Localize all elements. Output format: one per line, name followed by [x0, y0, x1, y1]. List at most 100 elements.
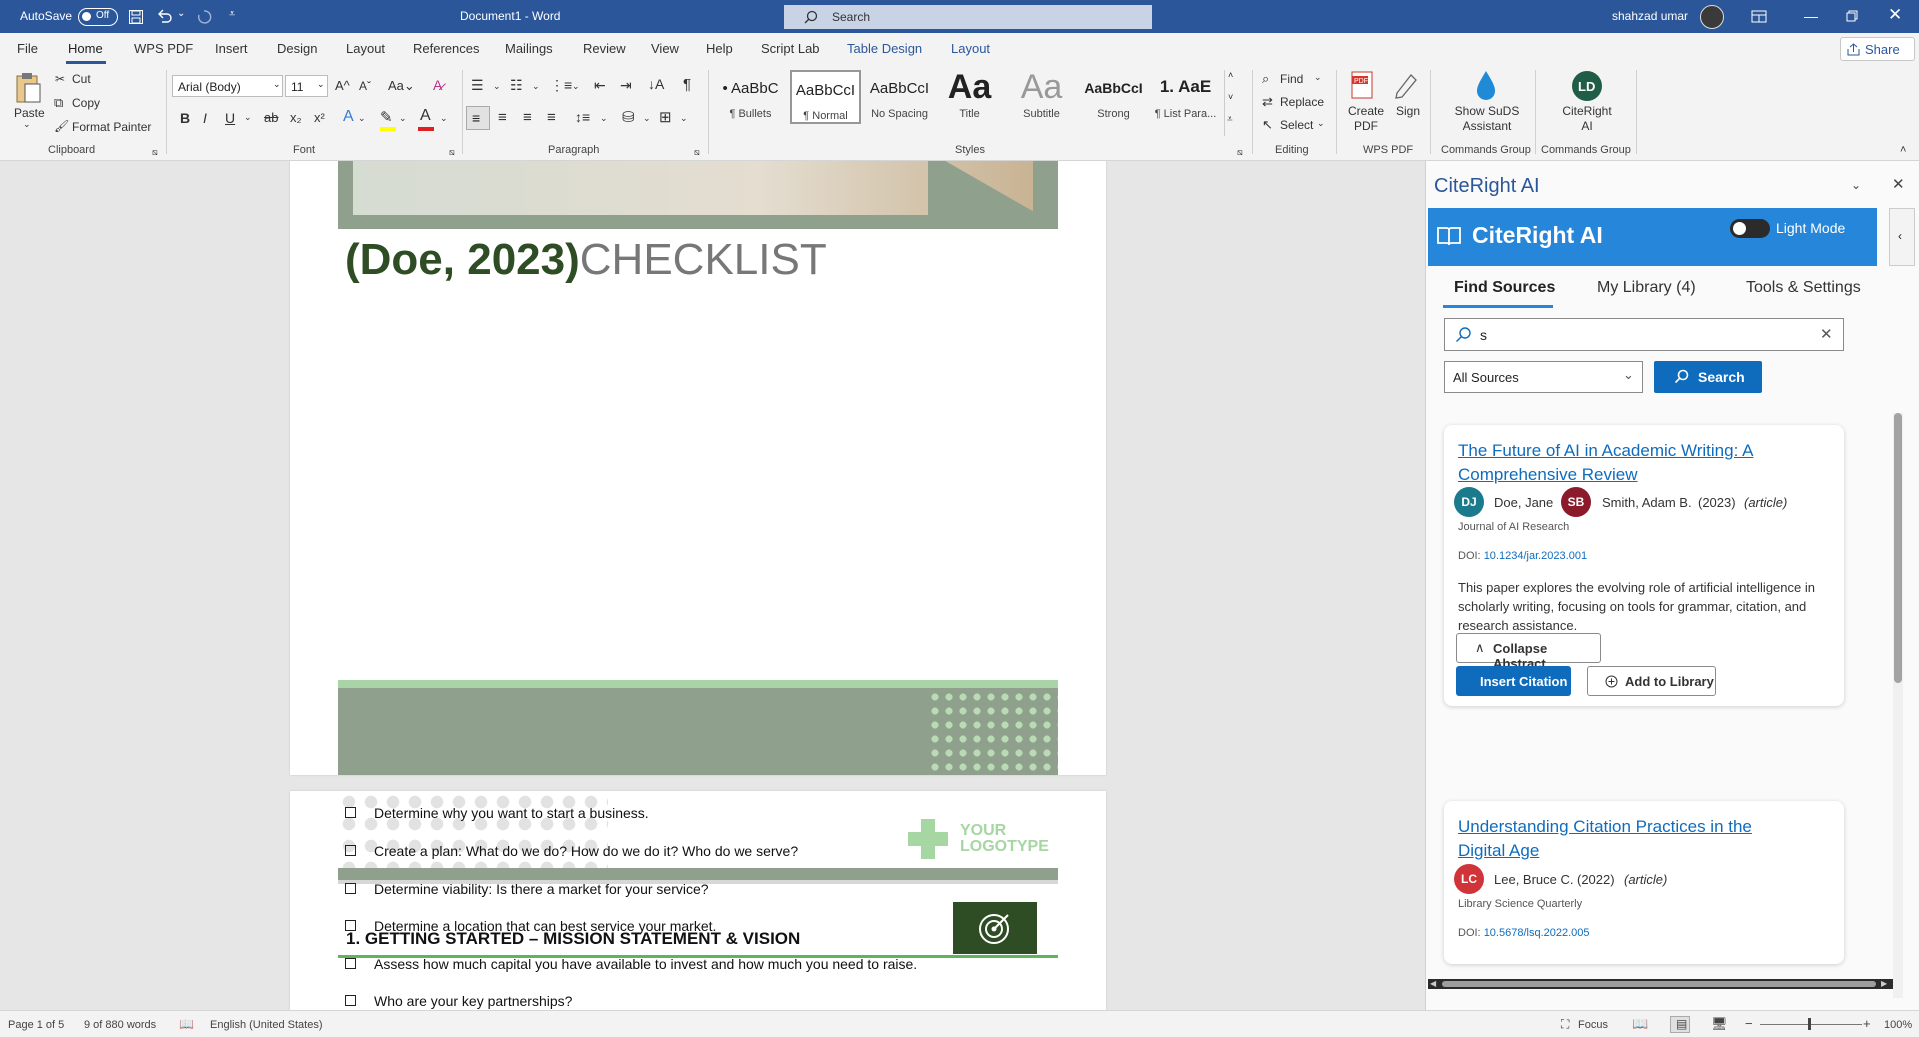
- page-2[interactable]: YOUR LOGOTYPE 1. GETTING STARTED – MISSIO…: [290, 791, 1106, 1010]
- clear-search-icon[interactable]: ✕: [1820, 325, 1833, 343]
- autosave-toggle[interactable]: Off: [78, 8, 118, 26]
- text-effects-dropdown-icon[interactable]: ⌄: [358, 113, 366, 124]
- tab-find-sources[interactable]: Find Sources: [1454, 279, 1555, 297]
- result-title[interactable]: Understanding Citation Practices in the …: [1458, 815, 1798, 863]
- search-input[interactable]: s ✕: [1444, 318, 1844, 351]
- change-case-icon[interactable]: Aa⌄: [388, 78, 415, 94]
- borders-dropdown-icon[interactable]: ⌄: [680, 113, 688, 124]
- shading-dropdown-icon[interactable]: ⌄: [643, 113, 651, 124]
- align-right-icon[interactable]: ≡: [523, 109, 532, 126]
- zoom-level[interactable]: 100%: [1884, 1019, 1912, 1031]
- doi-link[interactable]: 10.5678/lsq.2022.005: [1484, 927, 1590, 939]
- focus-icon[interactable]: ⛶: [1561, 1017, 1569, 1032]
- paragraph-launcher-icon[interactable]: ⧅: [694, 147, 700, 158]
- result-title[interactable]: The Future of AI in Academic Writing: A …: [1458, 439, 1798, 487]
- insert-citation-button[interactable]: Insert Citation: [1456, 666, 1571, 696]
- bullets-icon[interactable]: ☰: [471, 77, 484, 94]
- find-button[interactable]: Find: [1280, 72, 1303, 86]
- vertical-scrollbar[interactable]: [1893, 413, 1903, 998]
- find-dropdown-icon[interactable]: ⌄: [1314, 72, 1322, 83]
- tab-insert[interactable]: Insert: [215, 41, 248, 56]
- zoom-in-icon[interactable]: +: [1863, 1016, 1871, 1031]
- undo-icon[interactable]: [156, 8, 174, 24]
- search-button[interactable]: Search: [1654, 361, 1762, 393]
- font-launcher-icon[interactable]: ⧅: [449, 147, 455, 158]
- tab-view[interactable]: View: [651, 41, 679, 56]
- page-1[interactable]: (Doe, 2023)CHECKLIST: [290, 161, 1106, 775]
- shrink-font-icon[interactable]: Aˇ: [359, 79, 371, 93]
- bold-icon[interactable]: B: [180, 110, 190, 126]
- tab-help[interactable]: Help: [706, 41, 733, 56]
- user-name[interactable]: shahzad umar: [1612, 9, 1688, 23]
- increase-indent-icon[interactable]: ⇥: [620, 77, 632, 94]
- tab-references[interactable]: References: [413, 41, 479, 56]
- font-color-icon[interactable]: A: [420, 107, 431, 125]
- proofing-icon[interactable]: 📖: [179, 1017, 194, 1031]
- find-icon[interactable]: ⌕: [1262, 71, 1269, 87]
- paste-dropdown-icon[interactable]: ⌄: [23, 119, 31, 130]
- language[interactable]: English (United States): [210, 1019, 323, 1031]
- doi-link[interactable]: 10.1234/jar.2023.001: [1484, 550, 1587, 562]
- align-left-button[interactable]: ≡: [466, 106, 490, 130]
- sources-dropdown[interactable]: All Sources ⌄: [1444, 361, 1643, 393]
- scrollbar-thumb[interactable]: [1442, 981, 1876, 987]
- styles-launcher-icon[interactable]: ⧅: [1237, 147, 1243, 158]
- paste-button[interactable]: Paste: [14, 106, 45, 120]
- pane-close-icon[interactable]: ✕: [1892, 175, 1905, 193]
- scrollbar-thumb[interactable]: [1894, 413, 1902, 683]
- tab-script-lab[interactable]: Script Lab: [761, 41, 820, 56]
- tab-home[interactable]: Home: [68, 41, 103, 56]
- format-painter-button[interactable]: Format Painter: [72, 120, 151, 134]
- styles-scroll[interactable]: ˄ ˅ ⩡: [1224, 70, 1238, 136]
- tab-tools-settings[interactable]: Tools & Settings: [1746, 279, 1861, 297]
- avatar[interactable]: [1700, 5, 1724, 29]
- tab-layout[interactable]: Layout: [346, 41, 385, 56]
- text-effects-icon[interactable]: A: [343, 108, 354, 126]
- highlight-dropdown-icon[interactable]: ⌄: [399, 113, 407, 124]
- word-count[interactable]: 9 of 880 words: [84, 1019, 156, 1031]
- multilevel-list-icon[interactable]: ⋮≡: [550, 77, 572, 94]
- tab-review[interactable]: Review: [583, 41, 626, 56]
- sort-icon[interactable]: ↓A: [648, 76, 664, 92]
- clipboard-launcher-icon[interactable]: ⧅: [152, 147, 158, 158]
- strikethrough-icon[interactable]: ab: [264, 110, 278, 125]
- sign-button[interactable]: Sign: [1396, 104, 1420, 118]
- bullets-dropdown-icon[interactable]: ⌄: [493, 81, 501, 92]
- highlight-icon[interactable]: ✎: [380, 108, 393, 126]
- multilevel-dropdown-icon[interactable]: ⌄: [572, 81, 580, 92]
- replace-icon[interactable]: ⇄: [1262, 94, 1273, 110]
- close-icon[interactable]: ✕: [1888, 5, 1902, 25]
- subscript-icon[interactable]: x₂: [290, 110, 302, 125]
- inserted-citation[interactable]: (Doe, 2023): [345, 235, 580, 284]
- share-button[interactable]: Share: [1840, 37, 1915, 61]
- read-mode-icon[interactable]: 📖: [1632, 1016, 1648, 1032]
- style-title[interactable]: Aa Title: [934, 68, 1005, 124]
- create-pdf-button[interactable]: Create PDF: [1347, 104, 1385, 134]
- droplet-icon[interactable]: [1474, 69, 1498, 101]
- format-painter-icon[interactable]: 🖌: [54, 119, 69, 133]
- undo-dropdown-icon[interactable]: ⌄: [177, 8, 185, 19]
- show-suds-button[interactable]: Show SuDS Assistant: [1448, 104, 1526, 134]
- replace-button[interactable]: Replace: [1280, 95, 1324, 109]
- grow-font-icon[interactable]: A^: [335, 78, 350, 93]
- ribbon-display-icon[interactable]: [1751, 10, 1767, 23]
- font-name-select[interactable]: Arial (Body) ⌄: [172, 75, 283, 97]
- style-no-spacing[interactable]: AaBbCcI No Spacing: [864, 70, 935, 124]
- tab-design[interactable]: Design: [277, 41, 317, 56]
- italic-icon[interactable]: I: [203, 110, 207, 126]
- document-area[interactable]: (Doe, 2023)CHECKLIST YOUR LOGOTYPE 1. GET…: [0, 161, 1425, 1010]
- decrease-indent-icon[interactable]: ⇤: [594, 77, 606, 94]
- customize-qat-icon[interactable]: ⩡: [229, 8, 235, 21]
- title-search-box[interactable]: Search: [784, 5, 1152, 29]
- font-color-dropdown-icon[interactable]: ⌄: [440, 113, 448, 124]
- citeright-logo-icon[interactable]: LD: [1571, 70, 1603, 102]
- style-subtitle[interactable]: Aa Subtitle: [1006, 68, 1077, 124]
- tab-table-layout[interactable]: Layout: [951, 41, 990, 56]
- add-to-library-button[interactable]: Add to Library: [1587, 666, 1716, 696]
- font-size-select[interactable]: 11 ⌄: [285, 75, 328, 97]
- paste-icon[interactable]: [14, 72, 42, 104]
- style-strong[interactable]: AaBbCcI Strong: [1078, 70, 1149, 124]
- citeright-button[interactable]: CiteRight AI: [1556, 104, 1618, 134]
- tab-file[interactable]: File: [17, 41, 38, 56]
- minimize-icon[interactable]: —: [1804, 8, 1818, 24]
